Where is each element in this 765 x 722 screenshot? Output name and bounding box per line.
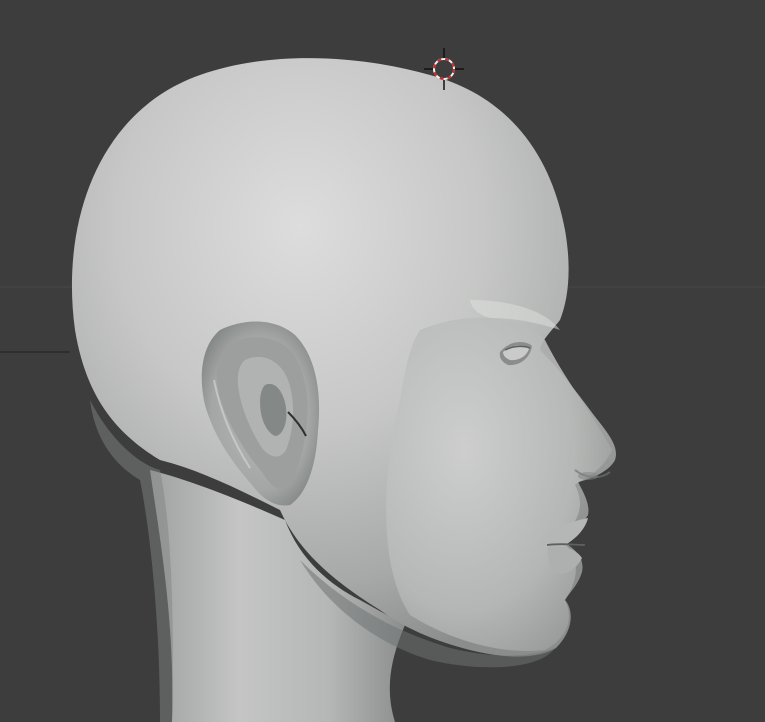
3d-viewport[interactable]	[0, 0, 765, 722]
viewport-canvas[interactable]	[0, 0, 765, 722]
head-mesh[interactable]	[71, 58, 616, 722]
